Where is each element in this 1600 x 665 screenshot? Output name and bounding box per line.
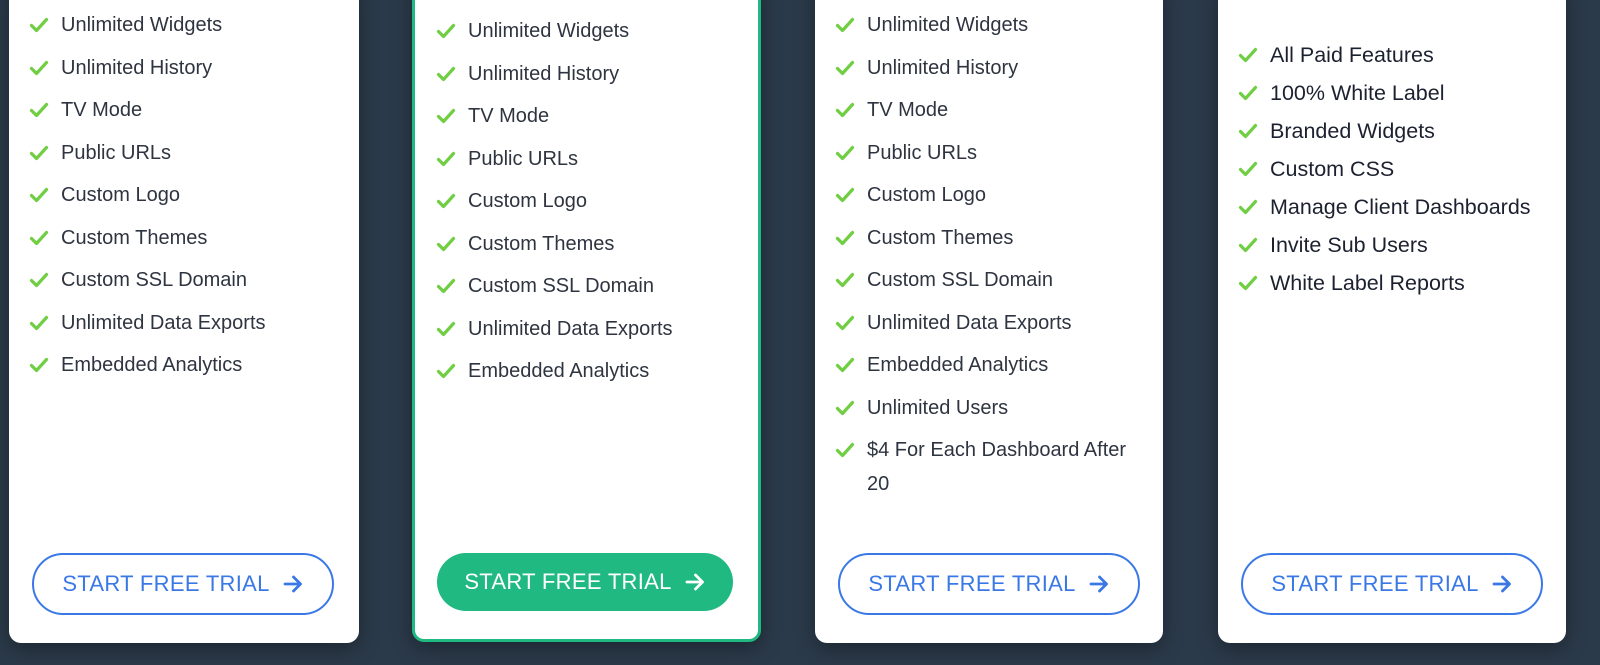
check-icon [29,58,49,78]
check-icon [436,234,456,254]
feature-item: Branded Widgets [1238,114,1552,148]
feature-list: Unlimited Widgets Unlimited History TV M… [835,8,1149,510]
check-icon [436,191,456,211]
feature-item: Custom Logo [835,178,1149,212]
feature-item: All Paid Features [1238,38,1552,72]
start-free-trial-button[interactable]: START FREE TRIAL [437,553,733,611]
check-icon [835,270,855,290]
feature-item: Unlimited Widgets [29,8,345,42]
check-icon [29,355,49,375]
check-icon [835,143,855,163]
check-icon [29,270,49,290]
check-icon [835,15,855,35]
feature-item: Custom Logo [436,184,744,218]
feature-item: Unlimited Data Exports [29,306,345,340]
arrow-right-icon [1491,573,1513,595]
feature-item: TV Mode [436,99,744,133]
check-icon [835,100,855,120]
check-icon [436,276,456,296]
feature-item: Custom Themes [835,221,1149,255]
check-icon [835,228,855,248]
feature-item: Unlimited Data Exports [835,306,1149,340]
check-icon [29,100,49,120]
plan-card-4: All Paid Features 100% White Label Brand… [1218,0,1566,643]
feature-item: Unlimited Widgets [835,8,1149,42]
check-icon [1238,235,1258,255]
check-icon [436,64,456,84]
feature-item: Custom Themes [29,221,345,255]
check-icon [835,58,855,78]
check-icon [436,319,456,339]
arrow-right-icon [282,573,304,595]
check-icon [1238,83,1258,103]
arrow-right-icon [1088,573,1110,595]
check-icon [1238,121,1258,141]
feature-item: Embedded Analytics [436,354,744,388]
feature-item: Custom SSL Domain [835,263,1149,297]
feature-item: Custom CSS [1238,152,1552,186]
check-icon [436,361,456,381]
feature-item: TV Mode [835,93,1149,127]
check-icon [29,143,49,163]
feature-item: TV Mode [29,93,345,127]
check-icon [1238,273,1258,293]
feature-item: Custom Themes [436,227,744,261]
feature-item: Public URLs [436,142,744,176]
check-icon [29,313,49,333]
start-free-trial-button[interactable]: START FREE TRIAL [32,553,334,615]
plan-card-2-featured: Unlimited Widgets Unlimited History TV M… [412,0,761,642]
feature-item: Custom Logo [29,178,345,212]
feature-item: Public URLs [29,136,345,170]
check-icon [436,21,456,41]
check-icon [835,398,855,418]
feature-list: All Paid Features 100% White Label Brand… [1238,38,1552,304]
feature-item: Invite Sub Users [1238,228,1552,262]
check-icon [1238,197,1258,217]
start-free-trial-button[interactable]: START FREE TRIAL [1241,553,1543,615]
check-icon [1238,159,1258,179]
check-icon [835,313,855,333]
check-icon [436,106,456,126]
check-icon [436,149,456,169]
feature-item: 100% White Label [1238,76,1552,110]
feature-list: Unlimited Widgets Unlimited History TV M… [29,8,345,391]
check-icon [835,440,855,460]
feature-item: Unlimited Data Exports [436,312,744,346]
check-icon [835,355,855,375]
check-icon [1238,45,1258,65]
feature-item: Unlimited Users [835,391,1149,425]
feature-item: Embedded Analytics [835,348,1149,382]
feature-item: White Label Reports [1238,266,1552,300]
check-icon [29,15,49,35]
check-icon [29,228,49,248]
plan-card-3: Unlimited Widgets Unlimited History TV M… [815,0,1163,643]
feature-item: Custom SSL Domain [29,263,345,297]
feature-item: Unlimited History [835,51,1149,85]
feature-item: Unlimited History [436,57,744,91]
feature-item: $4 For Each Dashboard After 20 [835,433,1149,501]
check-icon [835,185,855,205]
feature-item: Public URLs [835,136,1149,170]
feature-item: Embedded Analytics [29,348,345,382]
feature-item: Unlimited Widgets [436,14,744,48]
arrow-right-icon [684,571,706,593]
feature-item: Custom SSL Domain [436,269,744,303]
feature-item: Manage Client Dashboards [1238,190,1552,224]
check-icon [29,185,49,205]
plan-card-1: Unlimited Widgets Unlimited History TV M… [9,0,359,643]
start-free-trial-button[interactable]: START FREE TRIAL [838,553,1140,615]
feature-item: Unlimited History [29,51,345,85]
feature-list: Unlimited Widgets Unlimited History TV M… [436,14,744,397]
